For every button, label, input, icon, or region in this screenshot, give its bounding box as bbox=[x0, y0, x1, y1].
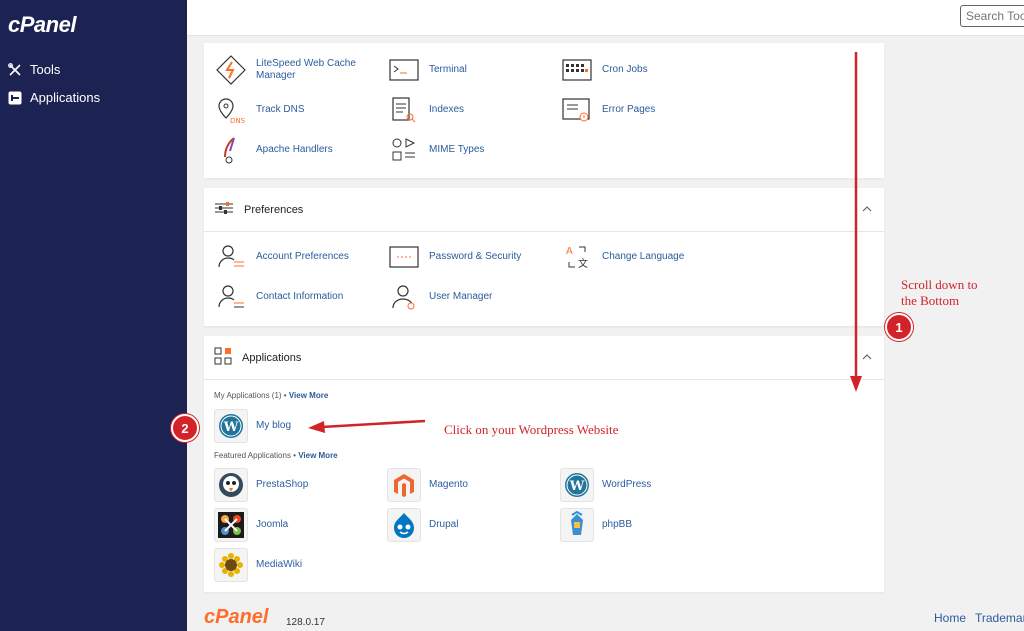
scroll-down-arrowhead bbox=[850, 376, 862, 392]
step-1-text-line1: Scroll down to bbox=[901, 277, 978, 292]
version-label: 128.0.17 bbox=[286, 617, 325, 628]
step-1-text-line2: the Bottom bbox=[901, 293, 960, 308]
annotation-arrows bbox=[308, 52, 862, 433]
step-1-badge: 1 bbox=[885, 313, 913, 341]
step-2-text: Click on your Wordpress Website bbox=[444, 422, 619, 437]
step-2-badge: 2 bbox=[171, 414, 199, 442]
footer-cpanel-logo[interactable]: cPanel bbox=[204, 606, 268, 629]
footer-home-link[interactable]: Home bbox=[934, 611, 966, 625]
click-arrow bbox=[321, 419, 426, 429]
footer-trademarks-link[interactable]: Trademarks bbox=[975, 611, 1024, 625]
click-arrowhead bbox=[308, 421, 325, 433]
